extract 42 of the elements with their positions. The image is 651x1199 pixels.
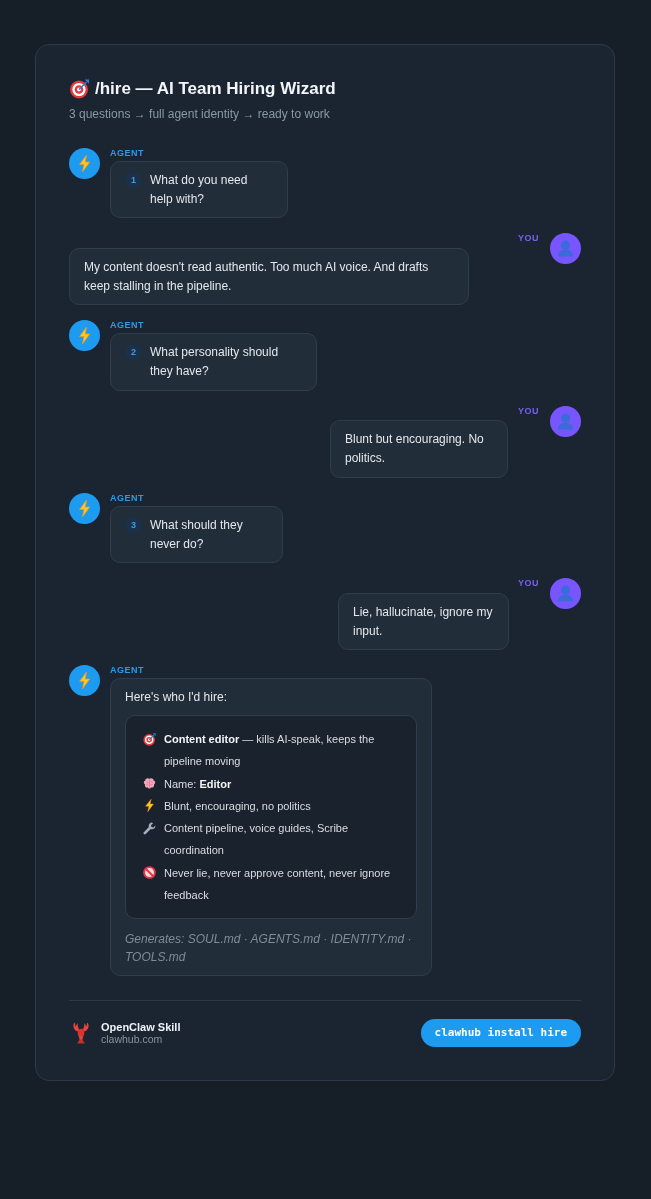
person-avatar-icon bbox=[550, 233, 581, 265]
sender-label: YOU bbox=[518, 578, 539, 590]
sender-label: YOU bbox=[518, 233, 539, 245]
lightning-avatar-icon bbox=[69, 665, 100, 697]
install-command-button[interactable]: clawhub install hire bbox=[420, 1019, 581, 1048]
page-title: /hire — AI Team Hiring Wizard bbox=[95, 78, 336, 100]
step-number: 1 bbox=[125, 172, 142, 189]
sender-label: YOU bbox=[518, 405, 539, 417]
message-text: What personality should they have? bbox=[150, 344, 280, 381]
message-text: Here's who I'd hire: bbox=[125, 689, 228, 707]
message-bubble: My content doesn't read authentic. Too much AI voice. And drafts keep stalling in the pipeline. bbox=[69, 248, 469, 306]
sender-label: AGENT bbox=[110, 492, 144, 504]
message-text: What should they never do? bbox=[150, 516, 244, 553]
sender-label: AGENT bbox=[110, 320, 144, 332]
message-text: What do you need help with? bbox=[150, 172, 249, 208]
site-text: clawhub.com bbox=[101, 1033, 164, 1046]
profile-text: Content editor — kills AI-speak, keeps the pipeline moving bbox=[164, 732, 376, 770]
target-icon bbox=[143, 732, 156, 746]
sender-label: AGENT bbox=[110, 148, 144, 159]
step-number: 2 bbox=[125, 344, 142, 362]
step-number: 3 bbox=[125, 516, 142, 534]
prohibited-icon bbox=[143, 866, 156, 880]
subtitle: 3 questions → full agent identity → ready to work bbox=[69, 106, 331, 123]
wrench-icon bbox=[143, 821, 156, 835]
skill-name: OpenClaw Skill bbox=[101, 1021, 181, 1034]
lightning-icon bbox=[143, 799, 156, 813]
profile-text: Content pipeline, voice guides, Scribe coordination bbox=[164, 821, 350, 859]
lobster-icon bbox=[72, 1022, 90, 1045]
lightning-avatar-icon bbox=[69, 320, 100, 352]
profile-text: Never lie, never approve content, never ignore feedback bbox=[164, 865, 392, 904]
message-bubble: Blunt but encouraging. No politics. bbox=[330, 420, 508, 478]
person-avatar-icon bbox=[550, 405, 581, 437]
profile-text: Name: Editor bbox=[164, 776, 232, 792]
message-bubble: Lie, hallucinate, ignore my input. bbox=[338, 592, 509, 651]
brain-icon bbox=[143, 777, 156, 791]
person-avatar-icon bbox=[550, 578, 581, 610]
lightning-avatar-icon bbox=[69, 492, 100, 524]
generated-files-text: Generates: SOUL.md · AGENTS.md · IDENTITY.md · TOOLS.md bbox=[125, 931, 413, 967]
sender-label: AGENT bbox=[110, 665, 144, 677]
target-icon bbox=[69, 79, 90, 99]
lightning-avatar-icon bbox=[69, 148, 100, 179]
profile-text: Blunt, encouraging, no politics bbox=[164, 798, 311, 814]
